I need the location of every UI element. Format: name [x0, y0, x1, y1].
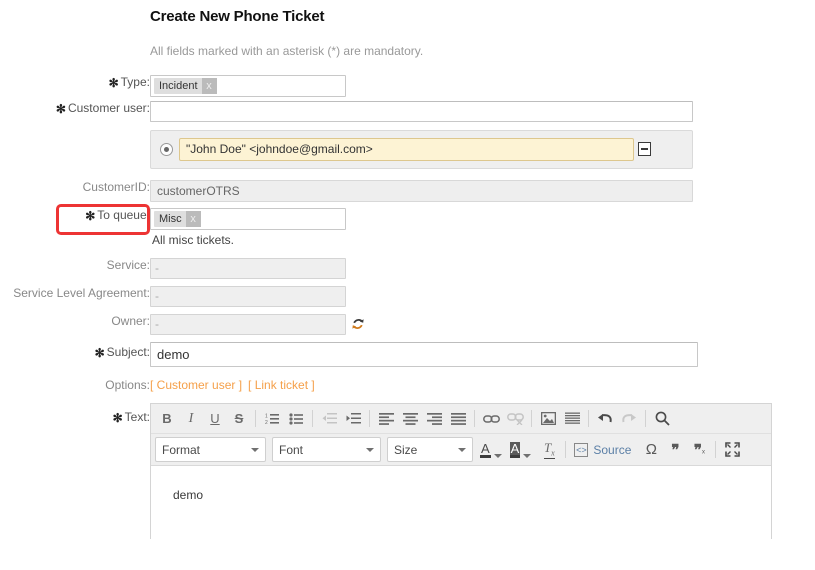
toolbar-separator	[312, 410, 313, 427]
option-link-customer-user[interactable]: [ Customer user ]	[150, 378, 242, 392]
type-token-label: Incident	[159, 80, 198, 92]
maximize-icon[interactable]	[720, 438, 744, 462]
chevron-down-icon	[493, 453, 502, 458]
label-owner: Owner:	[111, 314, 150, 328]
required-asterisk-customer-user: ✻	[55, 102, 66, 116]
svg-text:1: 1	[265, 414, 268, 420]
text-color-icon[interactable]: A	[479, 442, 503, 458]
increase-indent-icon[interactable]	[341, 407, 365, 431]
required-asterisk-subject: ✻	[94, 346, 105, 360]
underline-icon[interactable]: U	[203, 407, 227, 431]
required-asterisk-text: ✻	[112, 411, 123, 425]
label-text: ✻ Text:	[112, 410, 150, 425]
remove-quote-icon[interactable]: ❞ ₓ	[687, 438, 711, 462]
page-header: Create New Phone Ticket All fields marke…	[150, 8, 770, 58]
toolbar-separator	[588, 410, 589, 427]
page-subtitle: All fields marked with an asterisk (*) a…	[150, 44, 424, 58]
to-queue-token-label: Misc	[159, 213, 182, 225]
label-options: Options:	[105, 378, 150, 392]
blockquote-icon[interactable]: ❞	[663, 438, 687, 462]
label-customer-id: CustomerID:	[82, 180, 150, 194]
chevron-down-icon	[251, 447, 259, 452]
customer-id-value: customerOTRS	[150, 180, 693, 202]
toolbar-separator	[474, 410, 475, 427]
editor-content-area[interactable]: demo	[151, 466, 771, 570]
label-customer-user: ✻ Customer user:	[55, 101, 150, 116]
toolbar-separator	[369, 410, 370, 427]
to-queue-input[interactable]: Misc x	[150, 208, 346, 230]
option-link-link-ticket[interactable]: [ Link ticket ]	[248, 378, 315, 392]
to-queue-hint: All misc tickets.	[152, 233, 235, 247]
label-sla: Service Level Agreement:	[13, 286, 150, 300]
sla-select[interactable]: -	[150, 286, 346, 307]
customer-select-radio[interactable]	[160, 143, 173, 156]
unlink-icon	[503, 407, 527, 431]
numbered-list-icon[interactable]: 12	[260, 407, 284, 431]
service-select[interactable]: -	[150, 258, 346, 279]
chevron-down-icon	[458, 447, 466, 452]
find-icon[interactable]	[650, 407, 674, 431]
toolbar-separator	[255, 410, 256, 427]
size-select[interactable]: Size	[387, 437, 473, 462]
source-button[interactable]: <> Source	[570, 442, 635, 457]
customer-remove-icon[interactable]	[638, 142, 651, 156]
editor-toolbar-row-1: B I U S 12	[151, 404, 771, 434]
decrease-indent-icon	[317, 407, 341, 431]
editor-toolbar-row-2: Format Font Size A A Tx <> Source Ω ❞ ❞ …	[151, 434, 771, 466]
format-select-label: Format	[162, 442, 201, 457]
required-asterisk-to-queue: ✻	[85, 209, 96, 223]
toolbar-separator	[645, 410, 646, 427]
label-to-queue: ✻ To queue:	[85, 208, 150, 223]
svg-text:2: 2	[265, 420, 268, 425]
refresh-icon[interactable]	[350, 316, 366, 332]
type-input[interactable]: Incident x	[150, 75, 346, 97]
required-asterisk-type: ✻	[108, 76, 119, 90]
rich-text-editor: B I U S 12 Format Font Size A A Tx <> So…	[150, 403, 772, 570]
page-title: Create New Phone Ticket	[150, 8, 325, 25]
align-justify-icon[interactable]	[446, 407, 470, 431]
chevron-down-icon	[366, 447, 374, 452]
bold-icon[interactable]: B	[155, 407, 179, 431]
bulleted-list-icon[interactable]	[284, 407, 308, 431]
toolbar-separator	[715, 441, 717, 458]
editor-body-text: demo	[173, 488, 204, 502]
background-color-icon[interactable]: A	[509, 441, 533, 458]
toolbar-separator	[531, 410, 532, 427]
to-queue-token: Misc x	[154, 211, 201, 227]
customer-email-field[interactable]: "John Doe" <johndoe@gmail.com>	[179, 138, 634, 161]
horizontal-rule-icon[interactable]	[560, 407, 584, 431]
remove-format-icon[interactable]: Tx	[537, 438, 561, 462]
italic-icon[interactable]: I	[179, 407, 203, 431]
image-icon[interactable]	[536, 407, 560, 431]
source-button-label: Source	[593, 442, 632, 457]
align-right-icon[interactable]	[422, 407, 446, 431]
align-center-icon[interactable]	[398, 407, 422, 431]
strikethrough-icon[interactable]: S	[227, 407, 251, 431]
font-select-label: Font	[279, 442, 304, 457]
customer-result-block: "John Doe" <johndoe@gmail.com>	[150, 130, 693, 169]
label-subject: ✻ Subject:	[94, 345, 150, 360]
format-select[interactable]: Format	[155, 437, 266, 462]
font-select[interactable]: Font	[272, 437, 381, 462]
label-type: ✻ Type:	[108, 75, 150, 90]
align-left-icon[interactable]	[374, 407, 398, 431]
redo-icon	[617, 407, 641, 431]
source-code-icon: <>	[574, 442, 589, 457]
owner-select[interactable]: -	[150, 314, 346, 335]
toolbar-separator	[565, 441, 567, 458]
options-links: [ Customer user ] [ Link ticket ]	[150, 378, 321, 392]
undo-icon[interactable]	[593, 407, 617, 431]
chevron-down-icon	[523, 453, 532, 458]
to-queue-token-remove-icon[interactable]: x	[185, 211, 201, 227]
special-character-icon[interactable]: Ω	[639, 438, 663, 462]
subject-input[interactable]	[150, 342, 698, 367]
type-token: Incident x	[154, 78, 217, 94]
label-service: Service:	[106, 258, 150, 272]
customer-user-input[interactable]	[150, 101, 693, 122]
size-select-label: Size	[394, 442, 418, 457]
link-icon[interactable]	[479, 407, 503, 431]
type-token-remove-icon[interactable]: x	[201, 78, 217, 94]
